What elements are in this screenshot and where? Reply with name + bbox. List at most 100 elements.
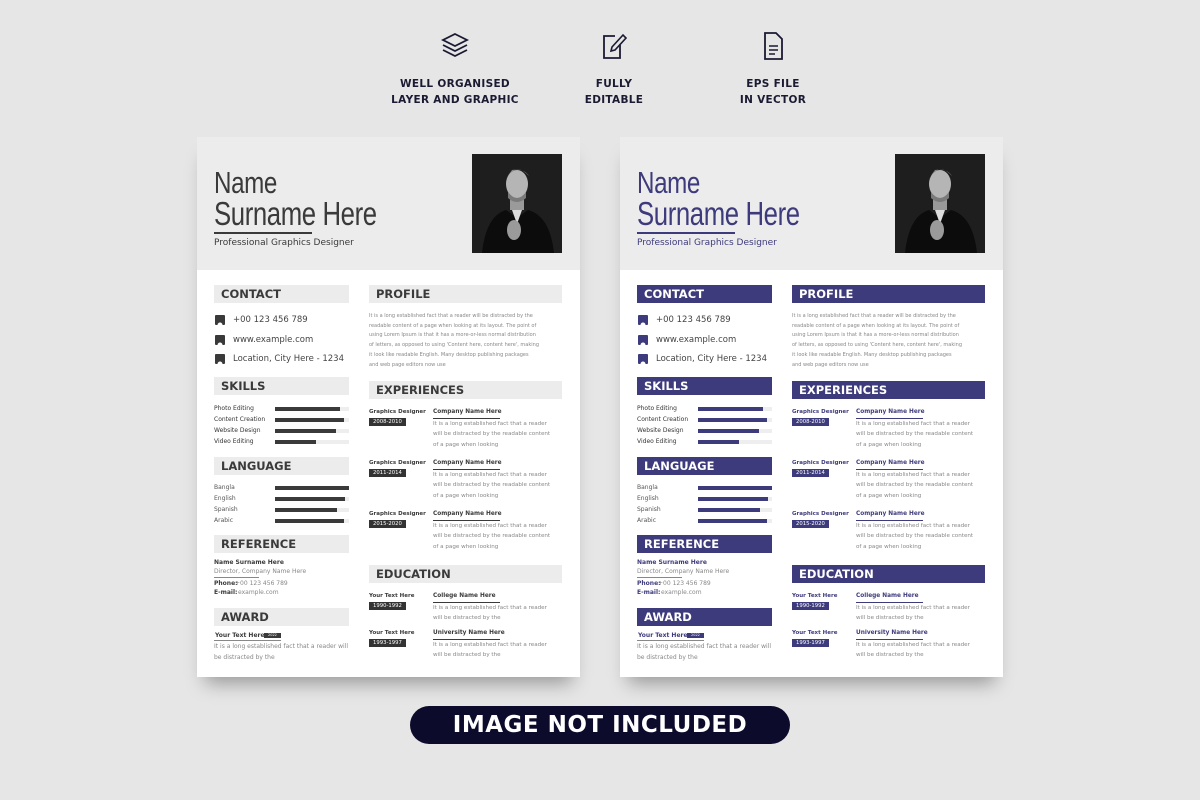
skills-bar [698,440,772,444]
section-header-education: EDUCATION [369,565,562,583]
experiences-desc: will be distracted by the readable conte… [433,431,551,438]
experiences-desc: It is a long established fact that a rea… [856,421,970,427]
edit-icon [524,30,704,62]
languages-label: Arabic [214,517,234,524]
profile-text-line: using Lorem Ipsum is that it has a more-… [792,332,959,339]
feature-line-1: WELL ORGANISED [400,78,510,90]
name-underline [214,232,312,234]
contact-globe[interactable]: www.example.com [656,335,736,345]
profile-text-line: It is a long established fact that a rea… [792,313,956,319]
award-desc: be distracted by the [637,654,698,661]
reference-name: Name Surname Here [214,559,284,566]
feature-line-2: LAYER AND GRAPHIC [391,94,519,106]
education-org: College Name Here [433,593,496,599]
document-icon [683,30,863,62]
profile-text-line: readable content of a page when looking … [792,322,960,329]
languages-bar-fill [275,497,346,501]
contact-globe[interactable]: www.example.com [233,335,313,345]
contact-location[interactable]: Location, City Here - 1234 [233,354,344,364]
experiences-label: Graphics Designer [792,511,849,517]
image-not-included-banner: IMAGE NOT INCLUDED [410,706,790,744]
reference-phone-label: Phone: [637,580,661,587]
reference-phone: +00 123 456 789 [658,580,711,587]
experiences-desc: will be distracted by the readable conte… [433,533,551,540]
experiences-desc: of a page when looking [433,543,499,550]
education-years: 1990-1992 [792,602,829,610]
languages-bar-fill [698,497,769,501]
profile-photo [895,154,985,253]
experiences-years: 2011-2014 [792,469,829,477]
contact-phone[interactable]: +00 123 456 789 [656,315,731,325]
phone-icon [638,315,648,328]
experiences-desc: It is a long established fact that a rea… [433,421,547,427]
languages-bar-fill [275,508,338,512]
languages-label: Bangla [637,484,658,491]
languages-bar-fill [275,519,344,523]
experiences-org: Company Name Here [856,460,925,466]
section-header-reference: REFERENCE [214,535,349,553]
reference-email: example.com [661,589,702,596]
experiences-desc: It is a long established fact that a rea… [433,472,547,478]
languages-label: Spanish [214,506,238,513]
skills-bar [275,440,349,444]
languages-bar-fill [698,486,772,490]
layers-icon [365,30,545,62]
feature-item: FULLY EDITABLE [524,30,704,108]
skills-label: Video Editing [637,438,677,445]
languages-label: Spanish [637,506,661,513]
languages-label: Arabic [637,517,657,524]
section-header-language: LANGUAGE [637,457,772,475]
education-desc: It is a long established fact that a rea… [433,642,547,648]
experiences-desc: It is a long established fact that a rea… [433,523,547,529]
experiences-org: Company Name Here [856,409,925,415]
experiences-label: Graphics Designer [369,511,426,517]
skills-label: Video Editing [214,438,254,445]
experiences-desc: of a page when looking [433,492,499,499]
contact-location[interactable]: Location, City Here - 1234 [656,354,767,364]
experiences-years: 2008-2010 [792,418,829,426]
award-desc: It is a long established fact that a rea… [214,643,349,650]
experiences-years: 2015-2020 [792,520,829,528]
languages-label: Bangla [214,484,235,491]
languages-bar [275,519,349,523]
skills-label: Photo Editing [214,405,254,412]
experiences-desc: of a page when looking [856,543,922,550]
experiences-desc: of a page when looking [856,492,922,499]
education-label: Your Text Here [792,630,838,636]
skills-bar [698,418,772,422]
education-years: 1993-1997 [369,639,406,647]
job-title: Professional Graphics Designer [637,238,777,248]
reference-divider [214,577,259,578]
feature-line-1: FULLY [595,78,633,90]
skills-bar [698,429,772,433]
profile-text-line: It is a long established fact that a rea… [369,313,533,319]
experiences-desc: will be distracted by the readable conte… [856,482,974,489]
feature-line-2: IN VECTOR [739,94,807,106]
skills-bar-fill [275,429,337,433]
reference-email-label: E-mail: [637,589,661,596]
languages-label: English [214,495,236,502]
experiences-years: 2015-2020 [369,520,406,528]
profile-text-line: of letters, as opposed to using 'Content… [792,342,962,349]
reference-role: Director, Company Name Here [214,568,307,575]
feature-item: WELL ORGANISED LAYER AND GRAPHIC [365,30,545,108]
award-year: 2022 [687,633,704,638]
feature-line-1: EPS FILE [746,78,800,90]
award-title: Your Text Here [638,632,688,639]
experiences-desc: It is a long established fact that a rea… [856,472,970,478]
phone-icon [215,315,225,328]
section-header-contact: CONTACT [637,285,772,303]
experiences-org: Company Name Here [433,409,502,415]
skills-bar-fill [698,429,760,433]
skills-bar-fill [275,440,316,444]
skills-label: Website Design [214,427,261,434]
experiences-desc: will be distracted by the readable conte… [856,533,974,540]
section-header-profile: PROFILE [369,285,562,303]
languages-bar [698,486,772,490]
contact-phone[interactable]: +00 123 456 789 [233,315,308,325]
profile-photo [472,154,562,253]
skills-label: Photo Editing [637,405,677,412]
experiences-label: Graphics Designer [369,460,426,466]
skills-bar [275,407,349,411]
section-header-contact: CONTACT [214,285,349,303]
